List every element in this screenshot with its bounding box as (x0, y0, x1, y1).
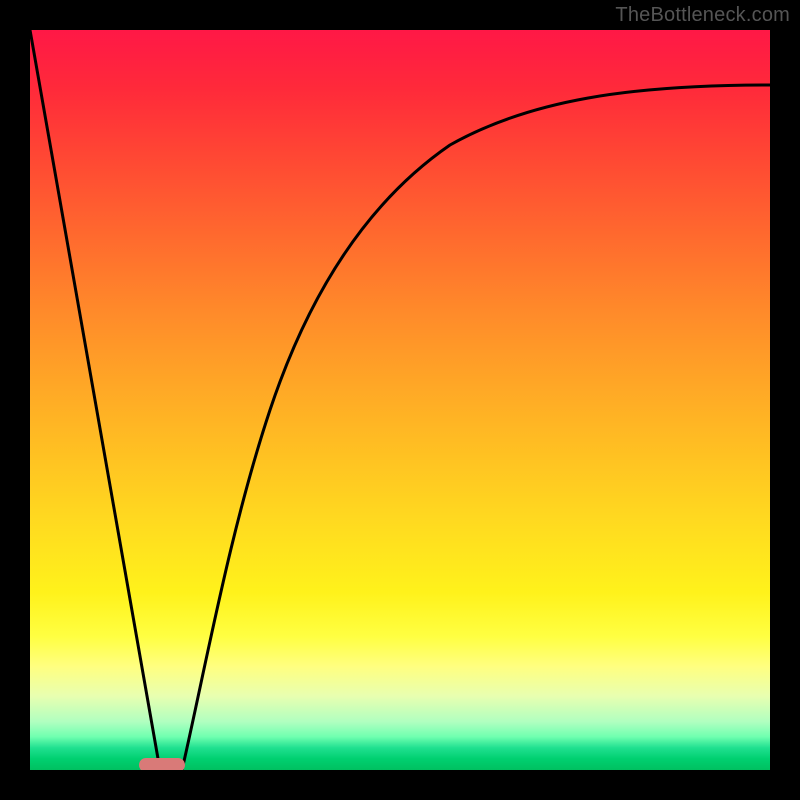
chart-frame: TheBottleneck.com (0, 0, 800, 800)
watermark-text: TheBottleneck.com (615, 4, 790, 27)
plot-area (30, 30, 770, 770)
curve-left (30, 30, 160, 770)
curve-right (182, 85, 770, 770)
bottleneck-marker (139, 758, 185, 770)
chart-svg (30, 30, 770, 770)
